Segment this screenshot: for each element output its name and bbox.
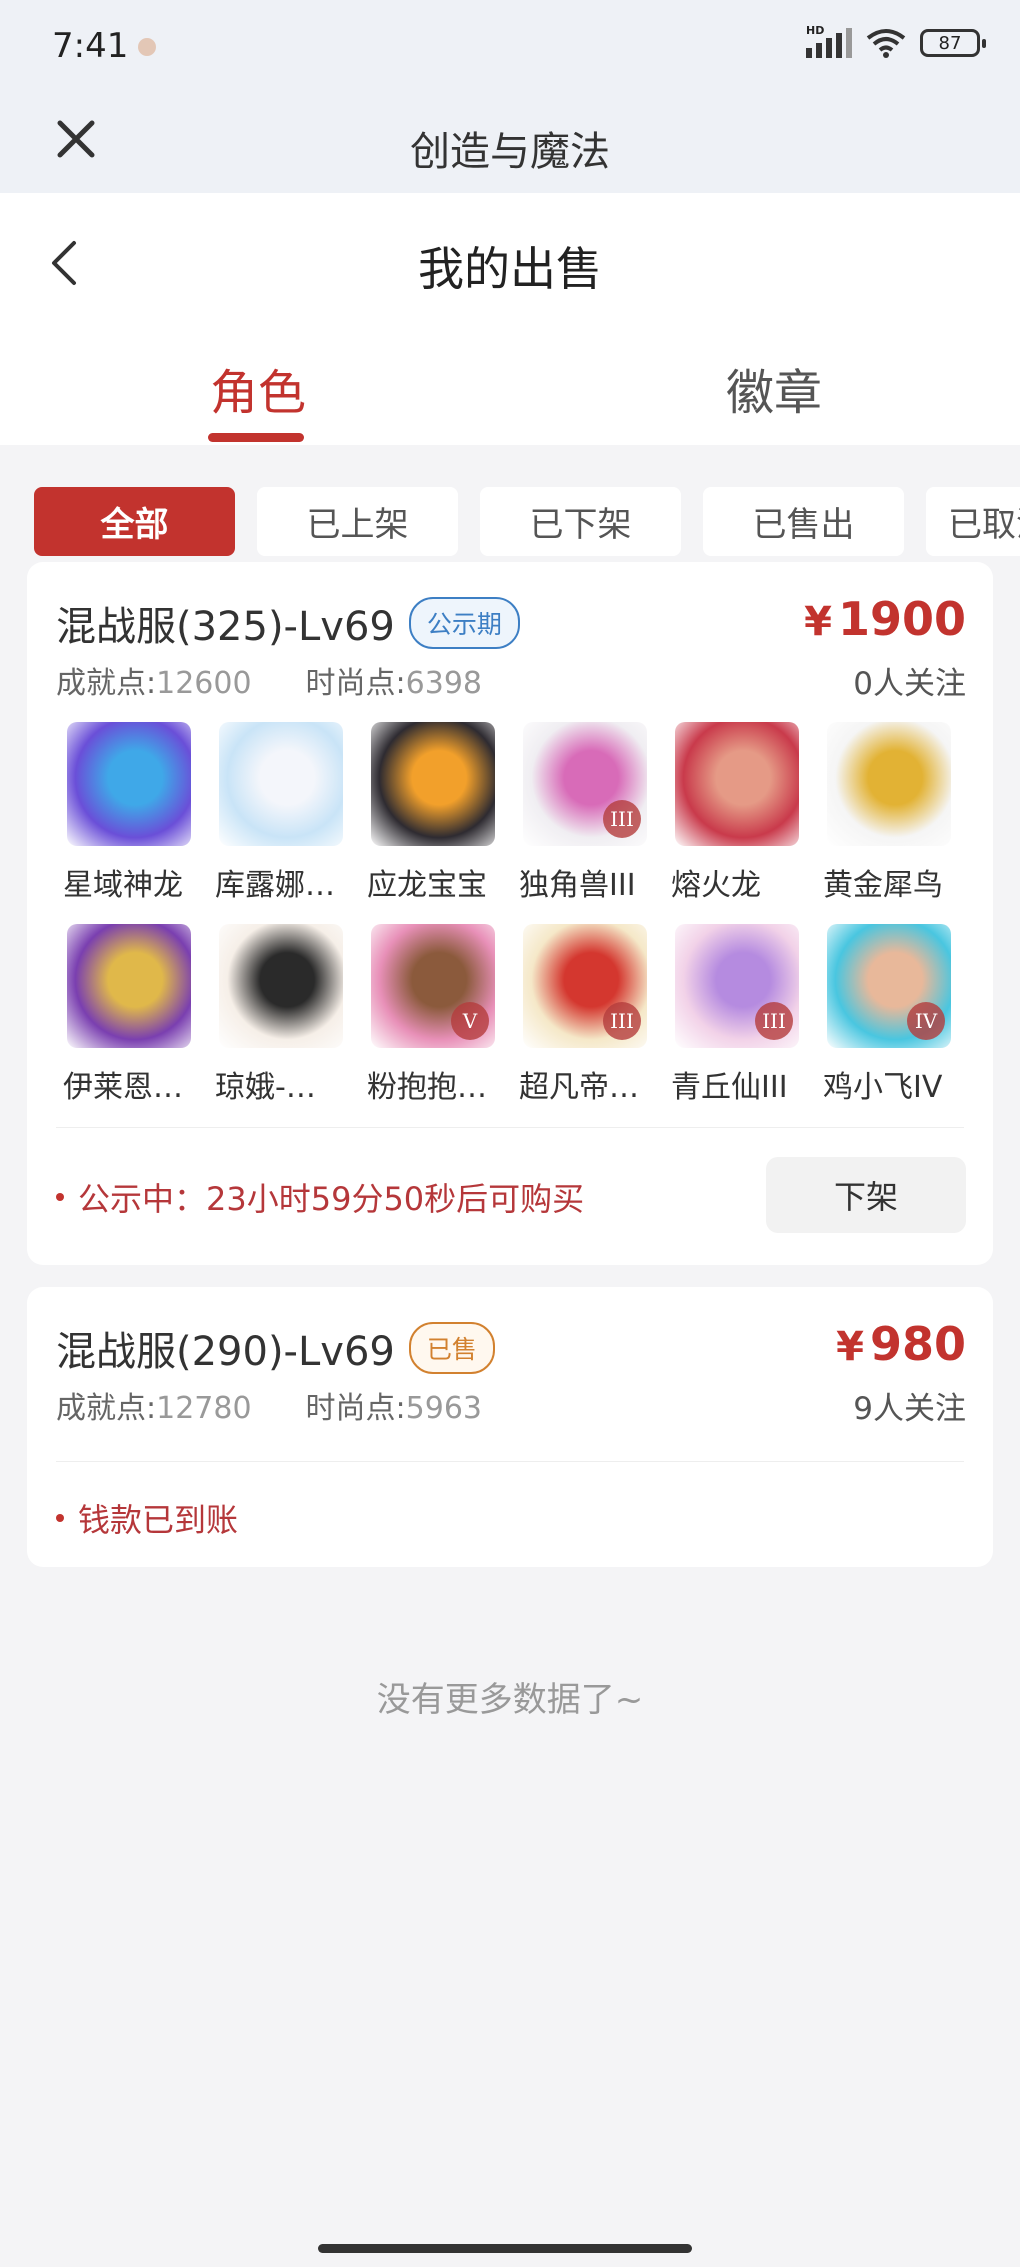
app-title: 创造与魔法 [410,129,610,175]
pet-avatar: IV [827,924,951,1048]
pet-name: 琼娥-… [215,1070,316,1105]
pet-item[interactable]: III 青丘仙III [671,924,805,1105]
delist-button[interactable]: 下架 [766,1157,966,1233]
listing-card[interactable]: 混战服(325)-Lv69 公示期 ¥1900 成就点:12600 时尚点:639… [27,562,993,1265]
pet-item[interactable]: 应龙宝宝 [367,722,501,903]
pet-avatar [219,722,343,846]
active-tab-indicator [208,433,304,442]
listing-stats: 成就点:12780 时尚点:5963 [56,1383,482,1427]
pet-name: 库露娜… [215,868,335,903]
achievement-label: 成就点: [56,1391,157,1426]
pet-name: 应龙宝宝 [367,868,487,903]
page-title: 我的出售 [418,242,602,296]
tab-role[interactable]: 角色 [210,353,306,423]
filter-sold[interactable]: 已售出 [703,487,904,556]
pet-item[interactable]: III 超凡帝… [519,924,653,1105]
no-more-data: 没有更多数据了~ [376,1680,644,1720]
home-indicator[interactable] [318,2244,692,2253]
pet-avatar [67,924,191,1048]
pet-item[interactable]: IV 鸡小飞IV [823,924,957,1105]
pet-avatar: III [523,924,647,1048]
pet-name: 伊莱恩… [63,1070,183,1105]
pet-name: 鸡小飞IV [823,1070,943,1105]
pet-item[interactable]: 琼娥-… [215,924,349,1105]
pet-item[interactable]: 星域神龙 [63,722,197,903]
currency-symbol: ¥ [804,599,832,645]
pet-avatar: III [523,722,647,846]
filter-listed[interactable]: 已上架 [257,487,458,556]
tier-badge: III [603,1002,641,1040]
pet-name: 黄金犀鸟 [823,868,943,903]
achievement-value: 12780 [156,1391,252,1426]
status-tag: 已售 [408,1322,495,1374]
filter-cancelled[interactable]: 已取消 [926,487,1020,556]
battery-icon: 87 [920,29,986,57]
pet-item[interactable]: V 粉抱抱… [367,924,501,1105]
pet-avatar: III [675,924,799,1048]
listing-title: 混战服(325)-Lv69 公示期 [56,594,520,652]
page-header: 我的出售 角色 徽章 [0,193,1020,445]
price: ¥980 [836,1317,966,1371]
fashion-value: 6398 [405,666,483,701]
achievement-value: 12600 [156,666,252,701]
tab-badge[interactable]: 徽章 [726,353,822,423]
follower-count: 9人关注 [853,1391,966,1427]
pet-item[interactable]: 熔火龙 [671,722,805,903]
listing-stats: 成就点:12600 时尚点:6398 [56,658,482,702]
pet-name: 超凡帝… [519,1070,639,1105]
notification-icon [138,38,156,56]
pet-item[interactable]: III 独角兽III [519,722,653,903]
pet-name: 独角兽III [519,868,636,903]
follower-count: 0人关注 [853,666,966,702]
fashion-value: 5963 [405,1391,483,1426]
status-bar: 7:41 HD 87 [0,0,1020,95]
filter-delisted[interactable]: 已下架 [480,487,681,556]
filter-bar: 全部 已上架 已下架 已售出 已取消 [34,487,1020,556]
tier-badge: IV [907,1002,945,1040]
price-value: 1900 [837,592,966,646]
tier-badge: III [755,1002,793,1040]
server-name: 混战服(325)-Lv69 [56,604,395,650]
achievement-label: 成就点: [56,666,157,701]
fashion-label: 时尚点: [305,666,406,701]
pet-item[interactable]: 黄金犀鸟 [823,722,957,903]
tier-badge: III [603,800,641,838]
server-name: 混战服(290)-Lv69 [56,1329,395,1375]
pet-name: 粉抱抱… [367,1070,487,1105]
tier-badge: V [451,1002,489,1040]
status-note: 公示中：23小时59分50秒后可购买 [56,1174,584,1220]
pet-avatar [219,924,343,1048]
pet-avatar [67,722,191,846]
wifi-icon [866,29,906,58]
status-time: 7:41 [52,26,129,66]
pet-avatar [371,722,495,846]
pet-name: 青丘仙III [671,1070,788,1105]
pet-avatar [827,722,951,846]
pet-item[interactable]: 伊莱恩… [63,924,197,1105]
divider [56,1127,964,1128]
pet-avatar: V [371,924,495,1048]
status-text: 钱款已到账 [78,1501,239,1539]
cellular-signal-icon: HD [806,24,852,58]
fashion-label: 时尚点: [305,1391,406,1426]
currency-symbol: ¥ [836,1324,864,1370]
price: ¥1900 [804,592,966,646]
status-icons: HD 87 [806,24,986,58]
pet-name: 熔火龙 [671,868,761,903]
filter-all[interactable]: 全部 [34,487,235,556]
listing-card[interactable]: 混战服(290)-Lv69 已售 ¥980 成就点:12780 时尚点:5963 … [27,1287,993,1567]
price-value: 980 [869,1317,966,1371]
status-note: 钱款已到账 [56,1495,238,1541]
pet-name: 星域神龙 [63,868,183,903]
status-tag: 公示期 [408,597,520,649]
app-header: 创造与魔法 [0,95,1020,193]
pet-item[interactable]: 库露娜… [215,722,349,903]
status-text: 公示中：23小时59分50秒后可购买 [78,1180,585,1218]
divider [56,1461,964,1462]
pet-avatar [675,722,799,846]
listing-title: 混战服(290)-Lv69 已售 [56,1319,495,1377]
